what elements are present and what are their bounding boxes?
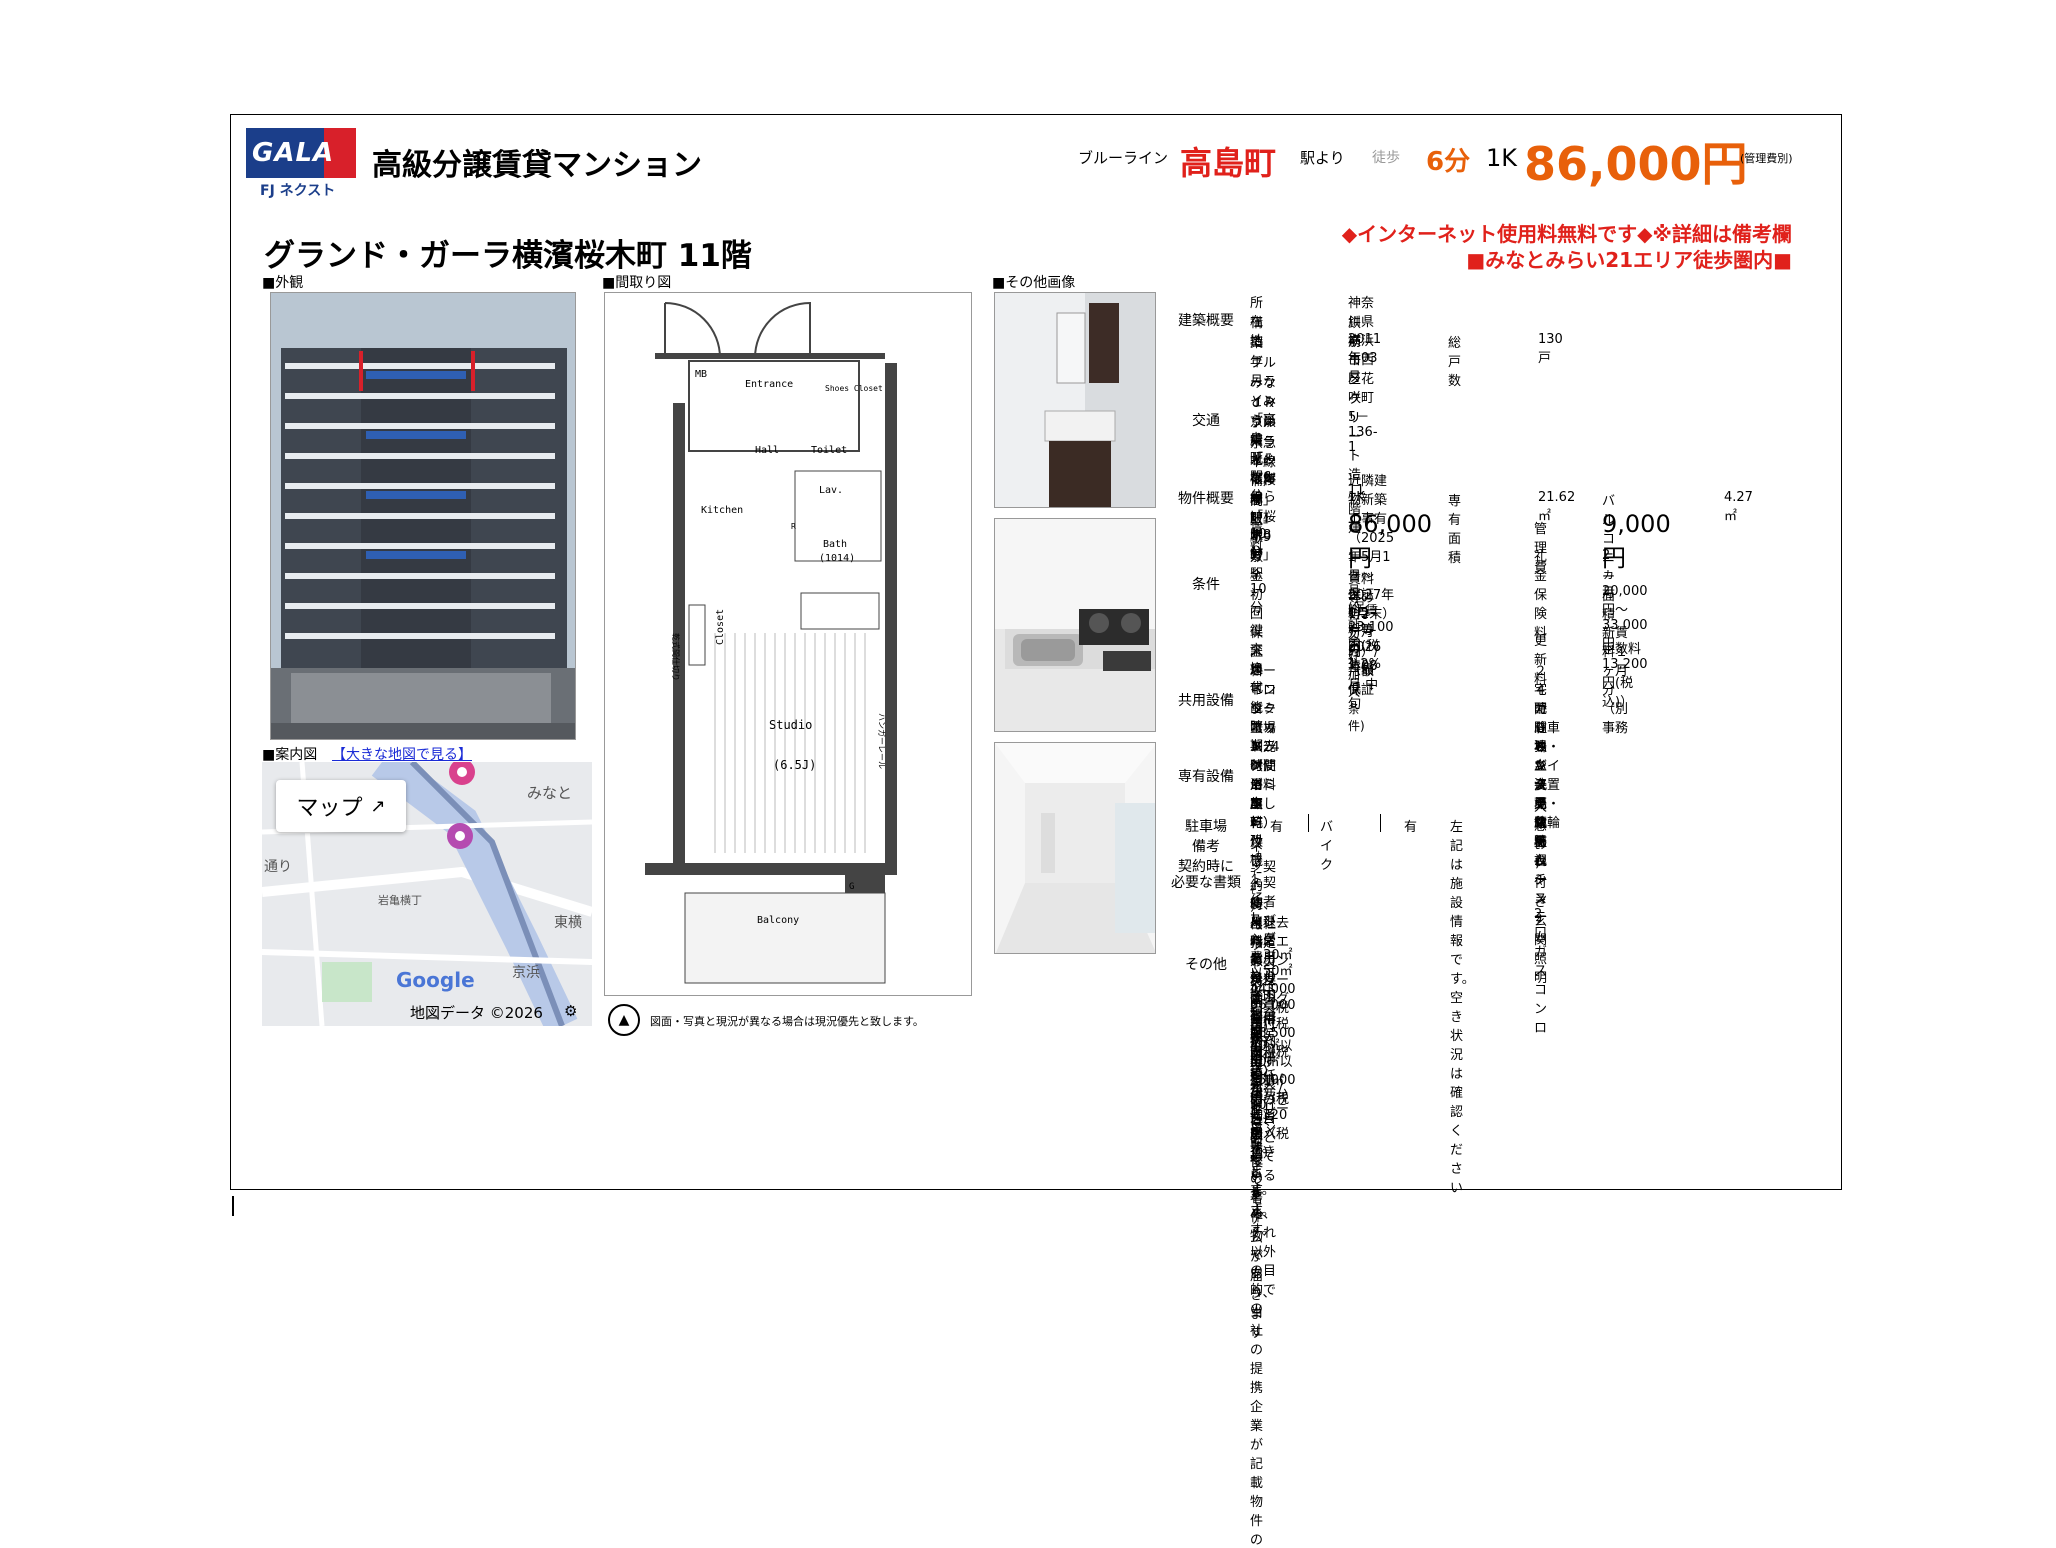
map-label: ■案内図	[262, 747, 318, 763]
gala-logo-text: GALA	[252, 138, 335, 168]
parking-divider-1	[1308, 814, 1309, 832]
layout-value: 1K	[1348, 490, 1365, 505]
fp-entrance: Entrance	[745, 379, 793, 390]
fp-hall: Hall	[755, 445, 779, 456]
units-key: 総戸数	[1448, 336, 1462, 389]
map-credit: 地図データ ©2026	[410, 1004, 543, 1022]
map-open-button[interactable]: マップ ↗	[276, 780, 406, 832]
other-photo-washroom	[994, 292, 1156, 508]
private-right-4: 人感ｾﾝｻｰ付き玄関照明	[1534, 800, 1548, 986]
floorplan-image: MB Entrance Shoes Closet Hall Toilet Lav…	[604, 292, 972, 996]
parking-label: 駐車場	[1185, 819, 1227, 835]
fj-next-text: FJ ネクスト	[260, 183, 336, 199]
other-line-8: 利用を一切禁止します。	[1250, 1014, 1275, 1219]
fp-shoes-closet: Shoes Closet	[825, 384, 883, 393]
conditions-label: 条件	[1192, 577, 1220, 593]
area-key: 専有面積	[1448, 494, 1462, 566]
parking-note: 左記は施設情報です。空き状況は確認ください	[1450, 820, 1475, 1196]
fp-kitchen: Kitchen	[701, 505, 743, 516]
gala-logo: GALA FJ ネクスト	[246, 128, 356, 199]
keymoney-key: 礼金	[1534, 550, 1548, 584]
fp-studio-size: (6.5J)	[773, 758, 816, 772]
other-photo-kitchen	[994, 518, 1156, 732]
layout-type: 1K	[1486, 144, 1518, 172]
area-notice: ■みなとみらい21エリア徒歩圏内■	[1466, 248, 1792, 272]
map-button-label: マップ	[296, 796, 363, 821]
contract-label-2: 必要な書類	[1171, 875, 1241, 891]
movein-value: 2026年08月 中旬	[1348, 640, 1382, 712]
fp-lav: Lav.	[819, 485, 843, 496]
external-link-icon: ↗	[370, 795, 386, 817]
google-logo: Google	[396, 968, 475, 992]
management-fee-note: (管理費別)	[1740, 152, 1793, 165]
station-name: 高島町	[1180, 144, 1277, 182]
fp-toilet: Toilet	[811, 445, 847, 456]
map-label-street: 通り	[264, 859, 292, 875]
built-value: 2011年03月	[1348, 332, 1382, 385]
fp-studio: Studio	[769, 718, 812, 732]
map-label-gankiyokocho: 岩亀横丁	[378, 894, 422, 907]
parking-value: 有	[1270, 820, 1284, 835]
private-label: 専有設備	[1178, 769, 1234, 785]
property-title: グランド・ガーラ横濱桜木町 11階	[264, 238, 752, 274]
balcony-value: 4.27㎡	[1724, 490, 1753, 524]
deposit-key: 敷金	[1250, 550, 1264, 584]
tagline: 高級分譲賃貸マンション	[372, 148, 702, 183]
fp-hanger-rail: ハンガーレール	[877, 713, 887, 769]
header-rent: 86,000円	[1524, 137, 1748, 191]
fp-bath-size: (1014)	[819, 553, 855, 564]
compass-icon: ▲	[608, 1004, 640, 1036]
common-label: 共用設備	[1178, 693, 1234, 709]
parking-divider-2	[1380, 814, 1381, 832]
fp-r-mark: R	[791, 522, 796, 531]
building-label: 建築概要	[1178, 313, 1234, 329]
large-map-link[interactable]: 【大きな地図で見る】	[332, 744, 472, 764]
fp-bath: Bath	[823, 539, 847, 550]
fp-partition: 乾式間仕切り	[671, 633, 681, 681]
line-name: ブルーライン	[1078, 149, 1169, 167]
map-label-toyoko: 東横	[554, 915, 582, 931]
walk-time: 6分	[1426, 147, 1471, 177]
bike-value: 有	[1404, 820, 1418, 835]
property-label: 物件概要	[1178, 491, 1234, 507]
floorplan-note: 図面・写真と現況が異なる場合は現況優先と致します。	[650, 1015, 924, 1028]
from-station: 駅より	[1300, 149, 1345, 167]
bike-label: バイク	[1320, 820, 1334, 873]
floorplan-label: ■間取り図	[602, 275, 672, 291]
exterior-photo	[270, 292, 576, 740]
map-label-minato: みなと	[527, 784, 573, 802]
other-label: その他	[1185, 957, 1227, 973]
fp-closet: Closet	[715, 609, 726, 645]
page-margin-mark	[232, 1196, 234, 1216]
fp-mb: MB	[695, 369, 707, 380]
fp-g-mark: G	[849, 882, 854, 892]
other-images-label: ■その他画像	[992, 275, 1076, 291]
transport-label: 交通	[1192, 413, 1220, 429]
other-photo-room	[994, 742, 1156, 954]
fp-balcony: Balcony	[757, 915, 799, 926]
remarks2-label: 備考	[1192, 839, 1220, 855]
renewal-line2: 手数料13,200円(税込)）	[1602, 642, 1648, 710]
internet-notice: ◆インターネット使用料無料です◆※詳細は備考欄	[1341, 222, 1792, 246]
exterior-label: ■外観	[262, 275, 304, 291]
units-value: 130戸	[1538, 332, 1563, 366]
map-label-keihin: 京浜	[512, 965, 540, 981]
map-settings-icon[interactable]: ⚙	[564, 1002, 577, 1020]
walk-label: 徒歩	[1372, 150, 1400, 166]
